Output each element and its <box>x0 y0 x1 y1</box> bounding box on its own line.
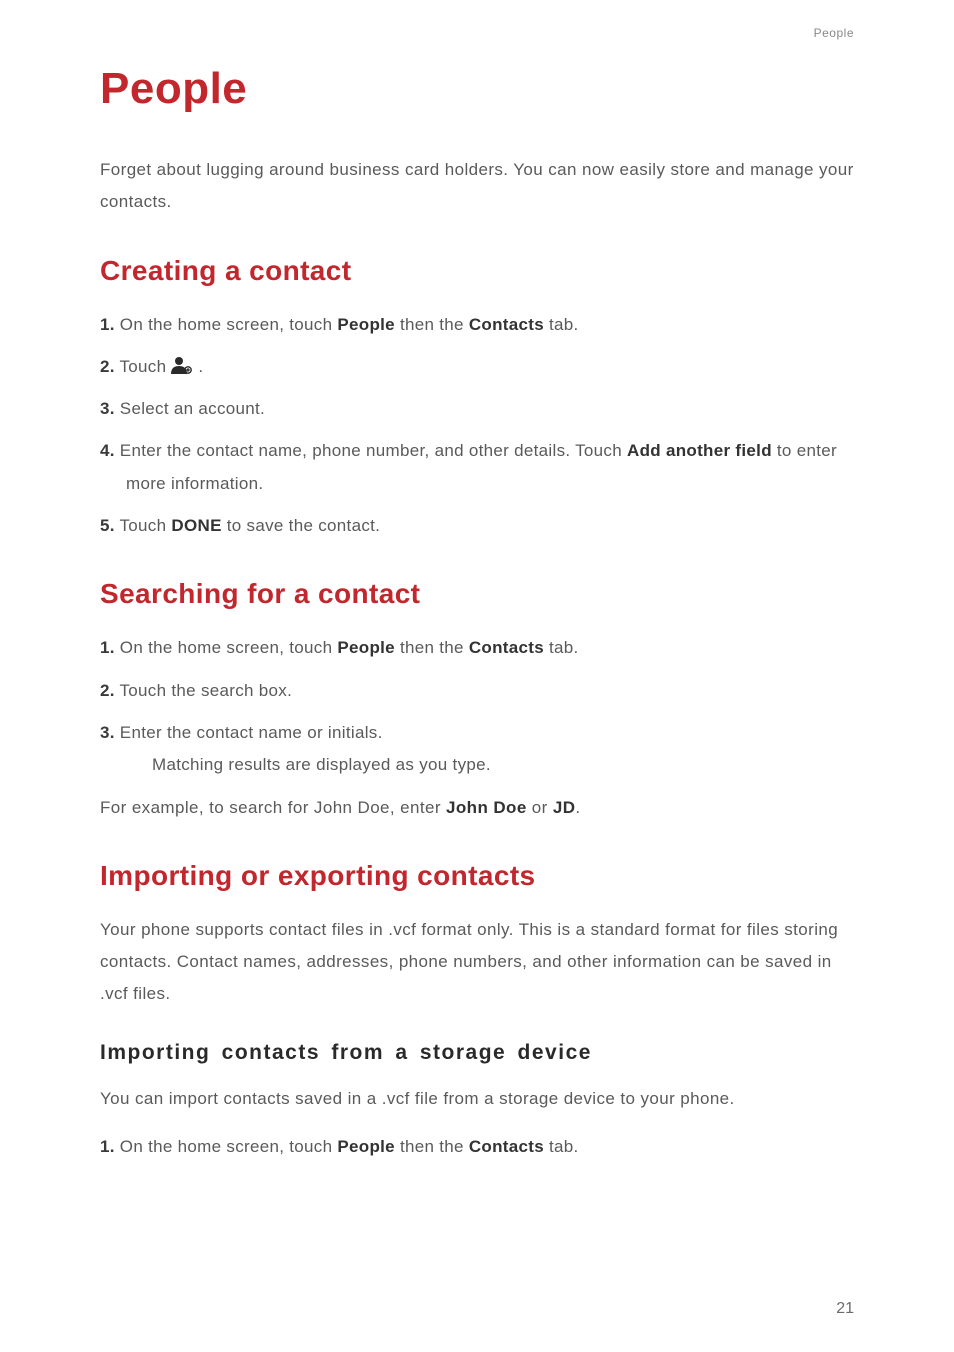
step-text: Touch the search box. <box>115 681 292 700</box>
document-page: People People Forget about lugging aroun… <box>0 0 954 1352</box>
bold-text: Contacts <box>469 315 544 334</box>
step-text: then the <box>395 638 469 657</box>
list-item: 2. Touch . <box>100 351 854 383</box>
bold-text: People <box>337 315 395 334</box>
example-paragraph: For example, to search for John Doe, ent… <box>100 792 854 824</box>
list-item: 4. Enter the contact name, phone number,… <box>100 435 854 500</box>
heading-creating-contact: Creating a contact <box>100 255 854 287</box>
step-text: tab. <box>544 638 579 657</box>
step-text: Enter the contact name or initials. <box>115 723 383 742</box>
subheading-import-storage: Importing contacts from a storage device <box>100 1041 854 1065</box>
list-item: 2. Touch the search box. <box>100 675 854 707</box>
step-number: 3. <box>100 723 115 742</box>
bold-text: Contacts <box>469 638 544 657</box>
step-text: On the home screen, touch <box>115 1137 338 1156</box>
bold-text: JD <box>553 798 576 817</box>
list-item: 1. On the home screen, touch People then… <box>100 309 854 341</box>
step-number: 1. <box>100 315 115 334</box>
list-item: 3. Select an account. <box>100 393 854 425</box>
step-number: 1. <box>100 638 115 657</box>
intro-paragraph: Forget about lugging around business car… <box>100 154 854 219</box>
bold-text: People <box>337 1137 395 1156</box>
step-text: then the <box>395 1137 469 1156</box>
bold-text: DONE <box>171 516 221 535</box>
step-number: 2. <box>100 357 115 376</box>
import-steps-list: 1. On the home screen, touch People then… <box>100 1131 854 1163</box>
body-text: . <box>575 798 580 817</box>
list-item: 1. On the home screen, touch People then… <box>100 632 854 664</box>
bold-text: John Doe <box>446 798 527 817</box>
step-text: Select an account. <box>115 399 265 418</box>
step-text: Touch <box>115 516 172 535</box>
body-text: or <box>527 798 553 817</box>
step-subtext: Matching results are displayed as you ty… <box>126 749 854 781</box>
list-item: 3. Enter the contact name or initials. M… <box>100 717 854 782</box>
step-number: 1. <box>100 1137 115 1156</box>
step-number: 4. <box>100 441 115 460</box>
bold-text: Add another field <box>627 441 772 460</box>
step-text: On the home screen, touch <box>115 315 338 334</box>
step-number: 2. <box>100 681 115 700</box>
step-text: Enter the contact name, phone number, an… <box>115 441 627 460</box>
page-title: People <box>100 64 854 114</box>
creating-steps-list: 1. On the home screen, touch People then… <box>100 309 854 543</box>
page-number: 21 <box>836 1300 854 1318</box>
running-head: People <box>814 26 854 40</box>
body-text: For example, to search for John Doe, ent… <box>100 798 446 817</box>
step-text: On the home screen, touch <box>115 638 338 657</box>
add-contact-icon <box>171 356 193 374</box>
import-body: Your phone supports contact files in .vc… <box>100 914 854 1011</box>
heading-searching-contact: Searching for a contact <box>100 578 854 610</box>
bold-text: Contacts <box>469 1137 544 1156</box>
import-sub-body: You can import contacts saved in a .vcf … <box>100 1083 854 1115</box>
list-item: 5. Touch DONE to save the contact. <box>100 510 854 542</box>
heading-import-export: Importing or exporting contacts <box>100 860 854 892</box>
step-text: then the <box>395 315 469 334</box>
step-text: tab. <box>544 1137 579 1156</box>
step-text: to save the contact. <box>222 516 380 535</box>
bold-text: People <box>337 638 395 657</box>
list-item: 1. On the home screen, touch People then… <box>100 1131 854 1163</box>
step-text: tab. <box>544 315 579 334</box>
step-text: . <box>198 357 203 376</box>
step-text: Touch <box>115 357 172 376</box>
searching-steps-list: 1. On the home screen, touch People then… <box>100 632 854 781</box>
step-number: 5. <box>100 516 115 535</box>
step-number: 3. <box>100 399 115 418</box>
